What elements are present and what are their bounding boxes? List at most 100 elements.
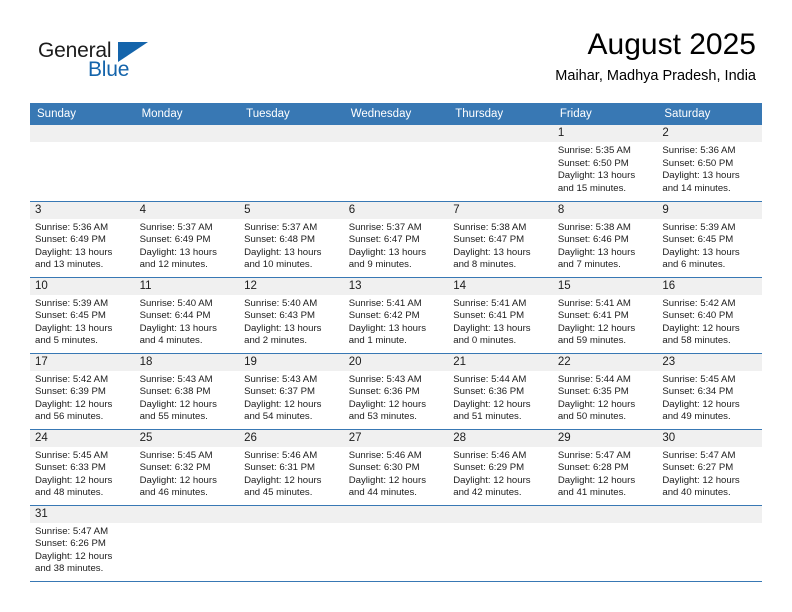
day-details: Sunrise: 5:45 AM Sunset: 6:33 PM Daylight:… <box>30 447 135 500</box>
weekday-header-saturday: Saturday <box>657 103 762 125</box>
daylight-duration: Daylight: 13 hours and 2 minutes. <box>244 322 322 347</box>
day-number: 6 <box>343 201 449 219</box>
sunset-time: Sunset: 6:31 PM <box>244 462 316 474</box>
calendar-day-cell[interactable]: 22 Sunrise: 5:44 AM Sunset: 6:35 PM Dayligh… <box>552 353 658 430</box>
weekday-header-row: Sunday Monday Tuesday Wednesday Thursday… <box>30 103 762 125</box>
calendar-day-cell[interactable]: 23 Sunrise: 5:45 AM Sunset: 6:34 PM Dayligh… <box>657 353 762 430</box>
calendar-day-cell[interactable]: 6 Sunrise: 5:37 AM Sunset: 6:47 PM Daylight… <box>343 201 449 278</box>
sunrise-time: Sunrise: 5:46 AM <box>453 449 527 461</box>
sunrise-time: Sunrise: 5:41 AM <box>453 297 527 309</box>
day-number: 5 <box>239 201 344 219</box>
logo-text-blue: Blue <box>88 58 130 81</box>
daylight-duration: Daylight: 12 hours and 56 minutes. <box>35 398 113 423</box>
day-number-strip <box>448 505 553 523</box>
sunset-time: Sunset: 6:41 PM <box>453 310 525 322</box>
calendar-day-cell[interactable]: 26 Sunrise: 5:46 AM Sunset: 6:31 PM Dayligh… <box>239 429 344 506</box>
sunrise-time: Sunrise: 5:43 AM <box>348 373 422 385</box>
calendar-day-cell[interactable]: 16 Sunrise: 5:42 AM Sunset: 6:40 PM Dayligh… <box>657 277 762 354</box>
daylight-duration: Daylight: 12 hours and 53 minutes. <box>348 398 427 423</box>
day-number: 2 <box>657 125 762 142</box>
day-number-strip <box>30 125 135 142</box>
day-number: 16 <box>657 277 762 295</box>
sunset-time: Sunset: 6:44 PM <box>139 310 211 322</box>
calendar-day-cell[interactable]: 8 Sunrise: 5:38 AM Sunset: 6:46 PM Daylight… <box>552 201 658 278</box>
calendar-day-cell[interactable]: 15 Sunrise: 5:41 AM Sunset: 6:41 PM Dayligh… <box>552 277 658 354</box>
daylight-duration: Daylight: 13 hours and 0 minutes. <box>453 322 531 347</box>
calendar-day-cell-empty <box>657 505 762 582</box>
day-number: 10 <box>30 277 135 295</box>
calendar-day-cell[interactable]: 7 Sunrise: 5:38 AM Sunset: 6:47 PM Daylight… <box>448 201 553 278</box>
day-details: Sunrise: 5:39 AM Sunset: 6:45 PM Daylight:… <box>30 295 135 348</box>
sunset-time: Sunset: 6:46 PM <box>557 234 629 246</box>
day-number-strip <box>657 505 762 523</box>
day-details: Sunrise: 5:43 AM Sunset: 6:37 PM Daylight:… <box>239 371 344 424</box>
calendar-day-cell-empty <box>552 505 658 582</box>
calendar-day-cell[interactable]: 14 Sunrise: 5:41 AM Sunset: 6:41 PM Dayligh… <box>448 277 553 354</box>
calendar-day-cell[interactable]: 30 Sunrise: 5:47 AM Sunset: 6:27 PM Dayligh… <box>657 429 762 506</box>
sunset-time: Sunset: 6:28 PM <box>557 462 629 474</box>
sunset-time: Sunset: 6:50 PM <box>557 157 629 169</box>
day-number: 12 <box>239 277 344 295</box>
day-number: 14 <box>448 277 553 295</box>
calendar-day-cell[interactable]: 31 Sunrise: 5:47 AM Sunset: 6:26 PM Dayligh… <box>30 505 135 582</box>
sunrise-time: Sunrise: 5:43 AM <box>244 373 318 385</box>
sunrise-time: Sunrise: 5:35 AM <box>557 145 631 156</box>
daylight-duration: Daylight: 13 hours and 1 minute. <box>348 322 427 347</box>
calendar-day-cell[interactable]: 1 Sunrise: 5:35 AM Sunset: 6:50 PM Daylight… <box>552 125 658 202</box>
day-number: 24 <box>30 429 135 447</box>
calendar-day-cell[interactable]: 3 Sunrise: 5:36 AM Sunset: 6:49 PM Daylight… <box>30 201 135 278</box>
daylight-duration: Daylight: 13 hours and 9 minutes. <box>348 246 427 271</box>
calendar-day-cell[interactable]: 4 Sunrise: 5:37 AM Sunset: 6:49 PM Daylight… <box>134 201 240 278</box>
weekday-header-sunday: Sunday <box>30 103 135 125</box>
daylight-duration: Daylight: 12 hours and 54 minutes. <box>244 398 322 423</box>
day-number-strip <box>552 505 658 523</box>
calendar-day-cell[interactable]: 2 Sunrise: 5:36 AM Sunset: 6:50 PM Daylight… <box>657 125 762 202</box>
calendar-week-row: 10 Sunrise: 5:39 AM Sunset: 6:45 PM Dayligh… <box>30 277 762 354</box>
daylight-duration: Daylight: 12 hours and 44 minutes. <box>348 474 427 499</box>
day-details: Sunrise: 5:38 AM Sunset: 6:46 PM Daylight:… <box>553 219 658 272</box>
day-details: Sunrise: 5:40 AM Sunset: 6:44 PM Daylight:… <box>135 295 240 348</box>
calendar-day-cell[interactable]: 19 Sunrise: 5:43 AM Sunset: 6:37 PM Dayligh… <box>239 353 344 430</box>
weekday-header-friday: Friday <box>552 103 658 125</box>
daylight-duration: Daylight: 13 hours and 14 minutes. <box>662 170 740 194</box>
sunset-time: Sunset: 6:33 PM <box>35 462 106 474</box>
calendar-day-cell[interactable]: 5 Sunrise: 5:37 AM Sunset: 6:48 PM Daylight… <box>239 201 344 278</box>
calendar-day-cell[interactable]: 25 Sunrise: 5:45 AM Sunset: 6:32 PM Dayligh… <box>134 429 240 506</box>
sunset-time: Sunset: 6:36 PM <box>348 386 420 398</box>
sunset-time: Sunset: 6:36 PM <box>453 386 525 398</box>
calendar-day-cell[interactable]: 12 Sunrise: 5:40 AM Sunset: 6:43 PM Dayligh… <box>239 277 344 354</box>
title-block: August 2025 Maihar, Madhya Pradesh, Indi… <box>555 27 756 86</box>
calendar-day-cell[interactable]: 28 Sunrise: 5:46 AM Sunset: 6:29 PM Dayligh… <box>448 429 553 506</box>
day-details: Sunrise: 5:46 AM Sunset: 6:31 PM Daylight:… <box>239 447 344 500</box>
day-number: 21 <box>448 353 553 371</box>
page-subtitle-location: Maihar, Madhya Pradesh, India <box>555 68 756 84</box>
day-number: 3 <box>30 201 135 219</box>
calendar-day-cell[interactable]: 20 Sunrise: 5:43 AM Sunset: 6:36 PM Dayligh… <box>343 353 449 430</box>
calendar-day-cell[interactable]: 29 Sunrise: 5:47 AM Sunset: 6:28 PM Dayligh… <box>552 429 658 506</box>
day-number: 30 <box>657 429 762 447</box>
calendar-day-cell[interactable]: 17 Sunrise: 5:42 AM Sunset: 6:39 PM Dayligh… <box>30 353 135 430</box>
daylight-duration: Daylight: 12 hours and 45 minutes. <box>244 474 322 499</box>
calendar-day-cell[interactable]: 18 Sunrise: 5:43 AM Sunset: 6:38 PM Dayligh… <box>134 353 240 430</box>
calendar-day-cell[interactable]: 13 Sunrise: 5:41 AM Sunset: 6:42 PM Dayligh… <box>343 277 449 354</box>
daylight-duration: Daylight: 12 hours and 41 minutes. <box>557 474 636 499</box>
day-details: Sunrise: 5:47 AM Sunset: 6:26 PM Daylight:… <box>30 523 135 576</box>
calendar-day-cell[interactable]: 21 Sunrise: 5:44 AM Sunset: 6:36 PM Dayligh… <box>448 353 553 430</box>
calendar-day-cell[interactable]: 24 Sunrise: 5:45 AM Sunset: 6:33 PM Dayligh… <box>30 429 135 506</box>
calendar-day-cell[interactable]: 10 Sunrise: 5:39 AM Sunset: 6:45 PM Dayligh… <box>30 277 135 354</box>
day-details: Sunrise: 5:43 AM Sunset: 6:38 PM Daylight:… <box>135 371 240 424</box>
calendar-day-cell[interactable]: 9 Sunrise: 5:39 AM Sunset: 6:45 PM Daylight… <box>657 201 762 278</box>
calendar-day-cell-empty <box>448 125 553 202</box>
sunrise-time: Sunrise: 5:42 AM <box>35 373 109 385</box>
day-details: Sunrise: 5:41 AM Sunset: 6:41 PM Daylight:… <box>553 295 658 348</box>
calendar-day-cell-empty <box>134 505 240 582</box>
day-details: Sunrise: 5:45 AM Sunset: 6:32 PM Daylight:… <box>135 447 240 500</box>
weekday-header-monday: Monday <box>134 103 240 125</box>
daylight-duration: Daylight: 13 hours and 10 minutes. <box>244 246 322 271</box>
sunrise-time: Sunrise: 5:44 AM <box>453 373 527 385</box>
calendar-day-cell[interactable]: 11 Sunrise: 5:40 AM Sunset: 6:44 PM Dayligh… <box>134 277 240 354</box>
day-number: 26 <box>239 429 344 447</box>
calendar-day-cell[interactable]: 27 Sunrise: 5:46 AM Sunset: 6:30 PM Dayligh… <box>343 429 449 506</box>
sunrise-time: Sunrise: 5:39 AM <box>662 221 736 233</box>
calendar-week-row: 3 Sunrise: 5:36 AM Sunset: 6:49 PM Daylight… <box>30 201 762 278</box>
